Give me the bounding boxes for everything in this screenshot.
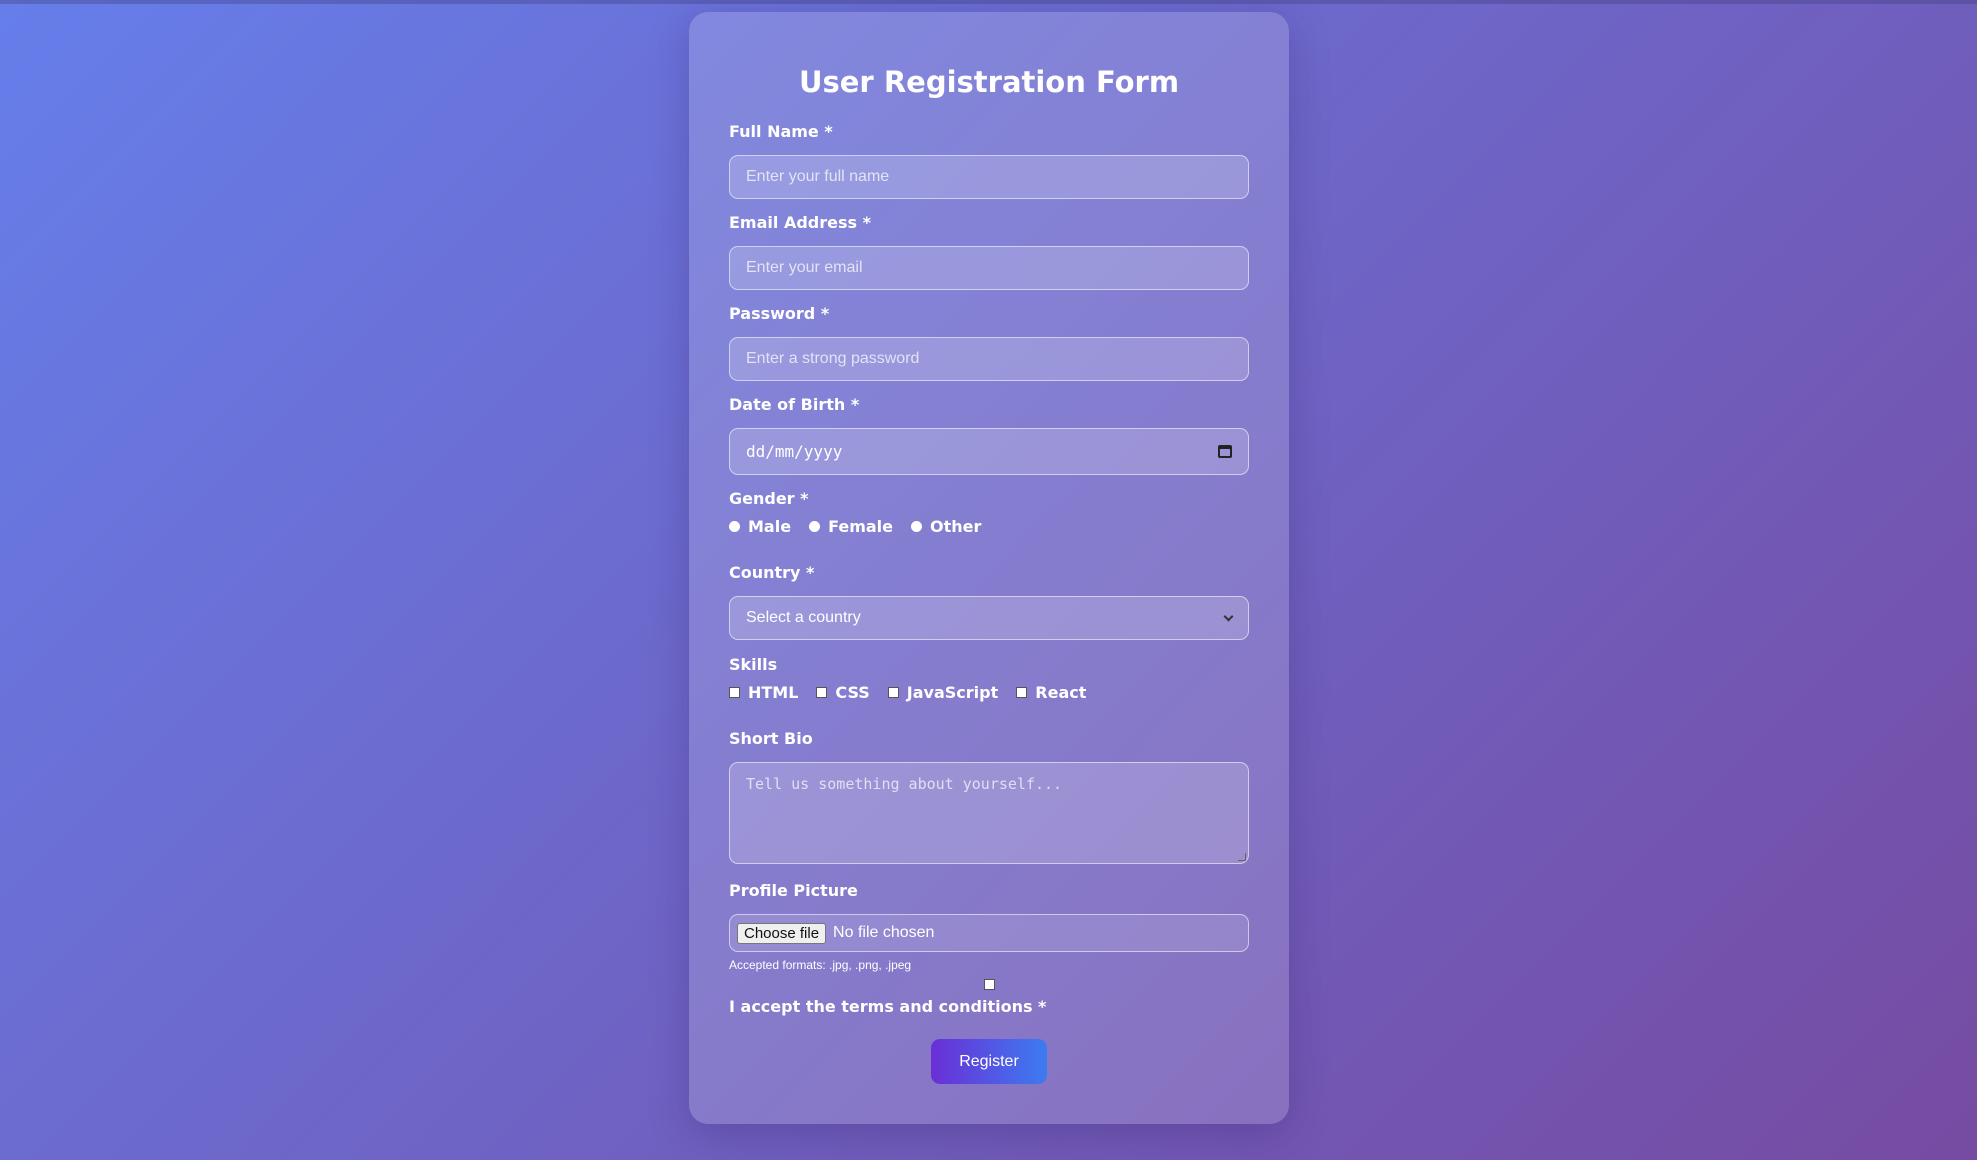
full-name-placeholder: Enter your full name <box>746 168 890 185</box>
full-name-label: Full Name * <box>729 122 833 141</box>
email-label: Email Address * <box>729 213 871 232</box>
register-button[interactable]: Register <box>931 1039 1047 1084</box>
country-selected: Select a country <box>746 609 861 626</box>
skills-options: HTML CSS JavaScript React <box>729 681 1249 703</box>
skill-option-css[interactable]: CSS <box>816 682 870 702</box>
skills-label: Skills <box>729 655 778 674</box>
dob-input[interactable]: dd/mm/yyyy <box>729 428 1249 475</box>
country-select[interactable]: Select a country <box>729 596 1249 640</box>
skill-option-label: CSS <box>835 682 870 702</box>
bio-placeholder: Tell us something about yourself... <box>746 775 1063 793</box>
radio-other[interactable] <box>911 520 922 532</box>
gender-option-female[interactable]: Female <box>809 517 893 536</box>
full-name-group: Full Name * Enter your full name <box>729 122 1249 199</box>
bio-label: Short Bio <box>729 729 813 748</box>
skill-option-html[interactable]: HTML <box>729 683 798 702</box>
email-input[interactable]: Enter your email <box>729 246 1249 290</box>
dob-value: dd/mm/yyyy <box>746 442 843 461</box>
terms-checkbox[interactable] <box>984 979 995 990</box>
country-group: Country * Select a country <box>729 563 1249 640</box>
checkbox-css[interactable] <box>816 686 828 698</box>
gender-option-label: Male <box>748 516 792 536</box>
checkbox-javascript[interactable] <box>887 686 899 698</box>
gender-option-male[interactable]: Male <box>729 517 791 536</box>
password-label: Password * <box>729 304 830 323</box>
file-status: No file chosen <box>833 924 935 941</box>
profile-picture-label: Profile Picture <box>729 881 858 900</box>
terms-label: I accept the terms and conditions * <box>729 997 1047 1016</box>
file-format-hint: Accepted formats: .jpg, .png, .jpeg <box>729 958 912 972</box>
gender-option-label: Other <box>930 516 982 536</box>
skill-option-label: HTML <box>748 682 799 702</box>
radio-male[interactable] <box>729 520 740 532</box>
resize-handle-icon[interactable] <box>1238 853 1246 861</box>
skill-option-label: React <box>1035 682 1087 702</box>
dob-group: Date of Birth * dd/mm/yyyy <box>729 395 1249 475</box>
radio-female[interactable] <box>809 520 821 532</box>
email-placeholder: Enter your email <box>746 259 863 276</box>
checkbox-html[interactable] <box>729 686 740 698</box>
registration-card: User Registration Form Full Name * Enter… <box>689 12 1289 1124</box>
page-title: User Registration Form <box>798 65 1180 99</box>
password-input[interactable]: Enter a strong password <box>729 337 1249 381</box>
skill-option-react[interactable]: React <box>1016 683 1086 702</box>
gender-group: Gender * Male Female Other <box>729 489 1249 537</box>
bio-textarea[interactable]: Tell us something about yourself... <box>729 762 1249 864</box>
skill-option-label: JavaScript <box>906 682 999 702</box>
dob-label: Date of Birth * <box>729 395 860 414</box>
skill-option-javascript[interactable]: JavaScript <box>887 682 999 702</box>
file-input[interactable]: Choose file No file chosen <box>729 914 1249 952</box>
email-group: Email Address * Enter your email <box>729 213 1249 290</box>
skills-group: Skills HTML CSS JavaScript React <box>729 655 1249 703</box>
top-edge <box>0 0 1977 4</box>
choose-file-button[interactable]: Choose file <box>737 922 827 944</box>
country-label: Country * <box>729 563 815 582</box>
calendar-icon[interactable] <box>1218 445 1232 458</box>
gender-options: Male Female Other <box>729 515 1249 537</box>
chevron-down-icon <box>1223 611 1234 621</box>
gender-label: Gender * <box>729 489 809 508</box>
bio-group: Short Bio Tell us something about yourse… <box>729 729 1249 864</box>
password-group: Password * Enter a strong password <box>729 304 1249 381</box>
password-placeholder: Enter a strong password <box>746 350 920 367</box>
gender-option-other[interactable]: Other <box>911 517 981 536</box>
profile-picture-group: Profile Picture Choose file No file chos… <box>729 881 1249 972</box>
full-name-input[interactable]: Enter your full name <box>729 155 1249 199</box>
checkbox-react[interactable] <box>1016 686 1028 698</box>
gender-option-label: Female <box>828 516 893 536</box>
